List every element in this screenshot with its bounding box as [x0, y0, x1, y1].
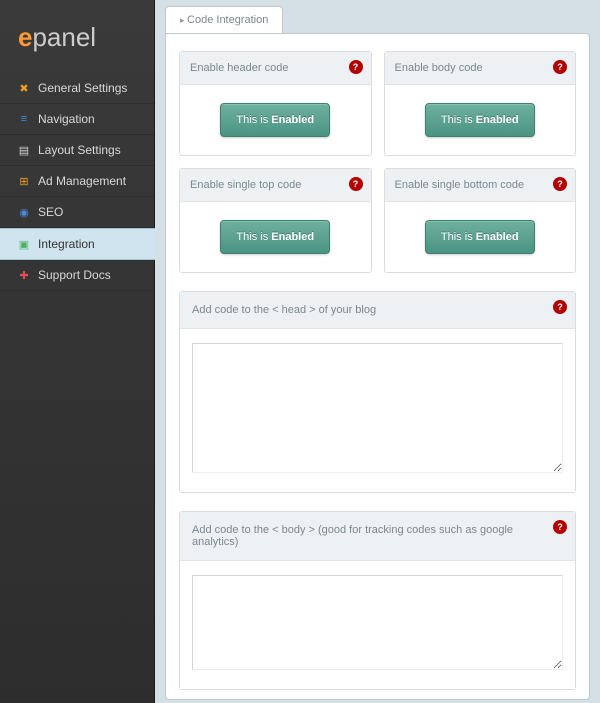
sidebar-item-label: Ad Management: [38, 174, 126, 188]
card-enable-single-bottom-code: Enable single bottom code ? This is Enab…: [384, 168, 577, 273]
help-icon[interactable]: ?: [349, 60, 363, 74]
card-title: Enable header code: [190, 62, 288, 74]
sidebar-item-label: SEO: [38, 205, 63, 219]
toggle-header-code-button[interactable]: This is Enabled: [220, 103, 330, 137]
logo-rest: panel: [32, 22, 96, 52]
tools-icon: ✖: [18, 82, 30, 94]
sidebar-item-label: Integration: [38, 237, 95, 251]
card-enable-header-code: Enable header code ? This is Enabled: [179, 51, 372, 156]
card-header: Enable header code ?: [180, 52, 371, 85]
integration-icon: ▣: [18, 238, 30, 250]
tab-bar: Code Integration: [165, 6, 590, 33]
card-title: Enable single top code: [190, 179, 301, 191]
sidebar-item-general-settings[interactable]: ✖ General Settings: [0, 73, 154, 104]
toggle-body-code-button[interactable]: This is Enabled: [425, 103, 535, 137]
sidebar-item-label: Support Docs: [38, 268, 111, 282]
sidebar-item-label: General Settings: [38, 81, 127, 95]
help-icon[interactable]: ?: [553, 520, 567, 534]
section-body-code: Add code to the < body > (good for track…: [179, 511, 576, 690]
layout-icon: ▤: [18, 144, 30, 156]
help-icon[interactable]: ?: [553, 60, 567, 74]
section-header: Add code to the < head > of your blog ?: [180, 292, 575, 329]
section-header: Add code to the < body > (good for track…: [180, 512, 575, 561]
toggle-single-top-button[interactable]: This is Enabled: [220, 220, 330, 254]
help-icon[interactable]: ?: [553, 300, 567, 314]
support-icon: ✚: [18, 269, 30, 281]
sidebar-item-integration[interactable]: ▣ Integration: [0, 228, 160, 260]
card-header: Enable single top code ?: [180, 169, 371, 202]
tab-label: Code Integration: [187, 14, 268, 26]
card-title: Enable single bottom code: [395, 179, 525, 191]
sidebar-item-layout-settings[interactable]: ▤ Layout Settings: [0, 135, 154, 166]
card-enable-body-code: Enable body code ? This is Enabled: [384, 51, 577, 156]
section-head-code: Add code to the < head > of your blog ?: [179, 291, 576, 493]
sidebar-nav: ✖ General Settings ≡ Navigation ▤ Layout…: [0, 73, 154, 291]
main-panel: Code Integration Enable header code ? Th…: [155, 0, 600, 703]
list-icon: ≡: [18, 113, 30, 125]
toggle-single-bottom-button[interactable]: This is Enabled: [425, 220, 535, 254]
logo-prefix: e: [18, 22, 32, 52]
card-title: Enable body code: [395, 62, 483, 74]
card-enable-single-top-code: Enable single top code ? This is Enabled: [179, 168, 372, 273]
tab-code-integration[interactable]: Code Integration: [165, 6, 283, 33]
sidebar-item-ad-management[interactable]: ⊞ Ad Management: [0, 166, 154, 197]
grid-icon: ⊞: [18, 175, 30, 187]
section-title: Add code to the < head > of your blog: [192, 304, 376, 316]
sidebar-item-support-docs[interactable]: ✚ Support Docs: [0, 260, 154, 291]
logo: epanel: [0, 0, 154, 73]
sidebar-item-label: Navigation: [38, 112, 95, 126]
sidebar-item-navigation[interactable]: ≡ Navigation: [0, 104, 154, 135]
content: Enable header code ? This is Enabled Ena…: [165, 33, 590, 700]
help-icon[interactable]: ?: [553, 177, 567, 191]
card-header: Enable single bottom code ?: [385, 169, 576, 202]
sidebar: epanel ✖ General Settings ≡ Navigation ▤…: [0, 0, 155, 703]
search-icon: ◉: [18, 206, 30, 218]
help-icon[interactable]: ?: [349, 177, 363, 191]
sidebar-item-seo[interactable]: ◉ SEO: [0, 197, 154, 228]
sidebar-item-label: Layout Settings: [38, 143, 121, 157]
section-title: Add code to the < body > (good for track…: [192, 524, 513, 548]
body-code-textarea[interactable]: [192, 575, 563, 670]
head-code-textarea[interactable]: [192, 343, 563, 473]
card-header: Enable body code ?: [385, 52, 576, 85]
